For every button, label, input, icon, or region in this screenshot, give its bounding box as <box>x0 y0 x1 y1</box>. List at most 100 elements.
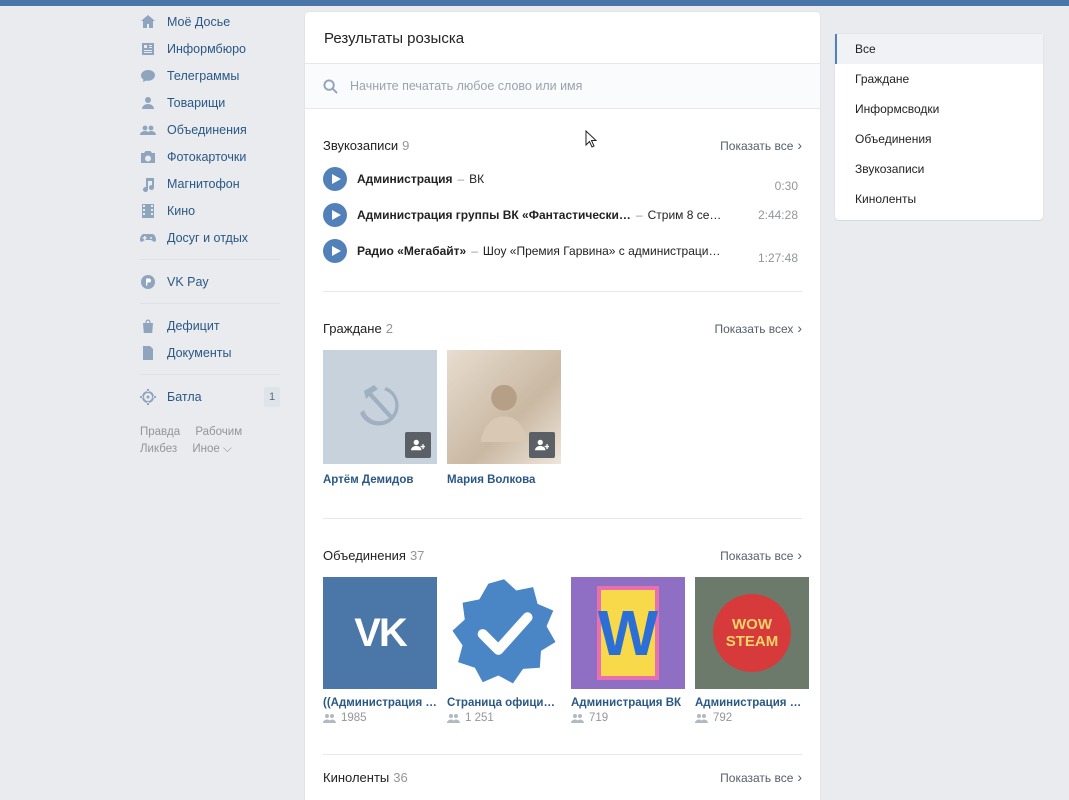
search-results-panel: Результаты розыска Звукозаписи9 Показать… <box>305 12 820 800</box>
filter-news[interactable]: Информсводки <box>835 94 1043 124</box>
person-card[interactable]: Мария Волкова <box>447 350 561 486</box>
nav-item-label: Дефицит <box>167 318 220 333</box>
group-avatar[interactable]: WOW STEAM <box>695 577 809 689</box>
footer-links: Правда Рабочим Ликбез Иное ⌵ <box>140 424 290 458</box>
gamepad-icon <box>140 230 156 246</box>
nav-item-vkpay[interactable]: VK Pay <box>140 268 290 295</box>
show-all-groups-link[interactable]: Показать все <box>720 547 802 563</box>
nav-item-groups[interactable]: Объединения <box>140 116 290 143</box>
track-artist[interactable]: Радио «Мегабайт» <box>357 244 466 258</box>
hammer-sickle-icon <box>360 385 399 426</box>
filter-groups[interactable]: Объединения <box>835 124 1043 154</box>
nav-item-messages[interactable]: Телеграммы <box>140 62 290 89</box>
group-avatar[interactable]: VK <box>323 577 437 689</box>
footer-link-more[interactable]: Иное ⌵ <box>192 443 231 455</box>
group-name[interactable]: Администрация ВК <box>571 697 685 709</box>
nav-separator <box>140 374 280 375</box>
home-icon <box>140 14 156 30</box>
document-icon <box>140 345 156 361</box>
w-logo-icon: W <box>597 597 659 669</box>
add-friend-icon <box>535 439 549 451</box>
nav-item-video[interactable]: Кино <box>140 197 290 224</box>
group-avatar[interactable]: W <box>571 577 685 689</box>
members-icon <box>571 714 584 723</box>
wow-steam-logo: WOW STEAM <box>725 616 779 650</box>
play-button[interactable] <box>323 167 347 191</box>
track-text: Администрация – ВК <box>357 172 485 186</box>
show-all-videos-link[interactable]: Показать все <box>720 769 802 785</box>
nav-separator <box>140 259 280 260</box>
nav-item-profile[interactable]: Моё Досье <box>140 8 290 35</box>
filter-people[interactable]: Граждане <box>835 64 1043 94</box>
nav-item-label: Моё Досье <box>167 14 231 29</box>
person-avatar[interactable] <box>323 350 437 464</box>
person-name[interactable]: Артём Демидов <box>323 474 437 486</box>
play-icon <box>331 246 341 256</box>
play-button[interactable] <box>323 203 347 227</box>
bag-icon <box>140 318 156 334</box>
audio-track[interactable]: Радио «Мегабайт» – Шоу «Премия Гарвина» с … <box>323 233 802 269</box>
section-count: 36 <box>393 770 408 785</box>
search-bar[interactable] <box>305 64 820 109</box>
nav-item-documents[interactable]: Документы <box>140 339 290 366</box>
videos-section: Киноленты 36 Показать все <box>305 755 820 785</box>
messages-icon <box>140 68 156 84</box>
filter-all[interactable]: Все <box>835 34 1043 64</box>
footer-link-pravda[interactable]: Правда <box>140 426 180 438</box>
audio-track[interactable]: Администрация группы ВК «Фантастически… –… <box>323 197 802 233</box>
filter-audio[interactable]: Звукозаписи <box>835 154 1043 184</box>
group-name[interactable]: ((Администрация В… <box>323 697 437 709</box>
members-icon <box>695 714 708 723</box>
section-title: Объединения 37 <box>323 548 425 563</box>
person-name[interactable]: Мария Волкова <box>447 474 561 486</box>
nav-item-batla[interactable]: Батла 1 <box>140 383 290 410</box>
group-name[interactable]: Администрация ВК… <box>695 697 809 709</box>
nav-item-music[interactable]: Магнитофон <box>140 170 290 197</box>
track-text: Администрация группы ВК «Фантастически… –… <box>357 208 727 222</box>
filter-videos[interactable]: Киноленты <box>835 184 1043 214</box>
group-card[interactable]: W Администрация ВК 719 <box>571 577 685 724</box>
group-card[interactable]: WOW STEAM Администрация ВК… 792 <box>695 577 809 724</box>
track-text: Радио «Мегабайт» – Шоу «Премия Гарвина» с … <box>357 244 721 258</box>
nav-item-label: Объединения <box>167 122 247 137</box>
group-card[interactable]: VK ((Администрация В… 1985 <box>323 577 437 724</box>
members-icon <box>447 714 460 723</box>
nav-item-games[interactable]: Досуг и отдых <box>140 224 290 251</box>
nav-item-news[interactable]: Информбюро <box>140 35 290 62</box>
track-artist[interactable]: Администрация группы ВК «Фантастически… <box>357 208 631 222</box>
person-avatar[interactable] <box>447 350 561 464</box>
add-friend-button[interactable] <box>529 432 555 458</box>
group-name[interactable]: Страница официаль… <box>447 697 561 709</box>
footer-link-likbez[interactable]: Ликбез <box>140 443 177 455</box>
nav-item-photos[interactable]: Фотокарточки <box>140 143 290 170</box>
track-title[interactable]: Шоу «Премия Гарвина» с администраци… <box>483 244 721 258</box>
nav-item-market[interactable]: Дефицит <box>140 312 290 339</box>
play-icon <box>331 174 341 184</box>
nav-item-friends[interactable]: Товарищи <box>140 89 290 116</box>
show-all-audio-link[interactable]: Показать все <box>720 137 802 153</box>
show-all-people-link[interactable]: Показать всех <box>714 320 802 336</box>
members-icon <box>323 714 336 723</box>
friends-icon <box>140 95 156 111</box>
search-input[interactable] <box>350 79 770 93</box>
group-avatar[interactable] <box>447 577 561 689</box>
audio-track[interactable]: Администрация – ВК 0:30 <box>323 161 802 197</box>
play-button[interactable] <box>323 239 347 263</box>
track-title[interactable]: ВК <box>469 172 484 186</box>
person-card[interactable]: Артём Демидов <box>323 350 437 486</box>
add-friend-icon <box>411 439 425 451</box>
nav-item-label: Батла <box>167 389 202 404</box>
track-title[interactable]: Стрим 8 сентя… <box>648 208 727 222</box>
track-duration: 1:27:48 <box>757 251 798 265</box>
search-filters: Все Граждане Информсводки Объединения Зв… <box>835 34 1043 220</box>
mouse-cursor-icon <box>585 130 597 148</box>
nav-item-label: Досуг и отдых <box>167 230 249 245</box>
group-members: 1985 <box>323 712 437 724</box>
track-artist[interactable]: Администрация <box>357 172 452 186</box>
footer-link-rabochim[interactable]: Рабочим <box>195 426 242 438</box>
nav-item-label: Магнитофон <box>167 176 240 191</box>
add-friend-button[interactable] <box>405 432 431 458</box>
nav-item-label: Фотокарточки <box>167 149 247 164</box>
camera-icon <box>140 149 156 165</box>
group-card[interactable]: Страница официаль… 1 251 <box>447 577 561 724</box>
